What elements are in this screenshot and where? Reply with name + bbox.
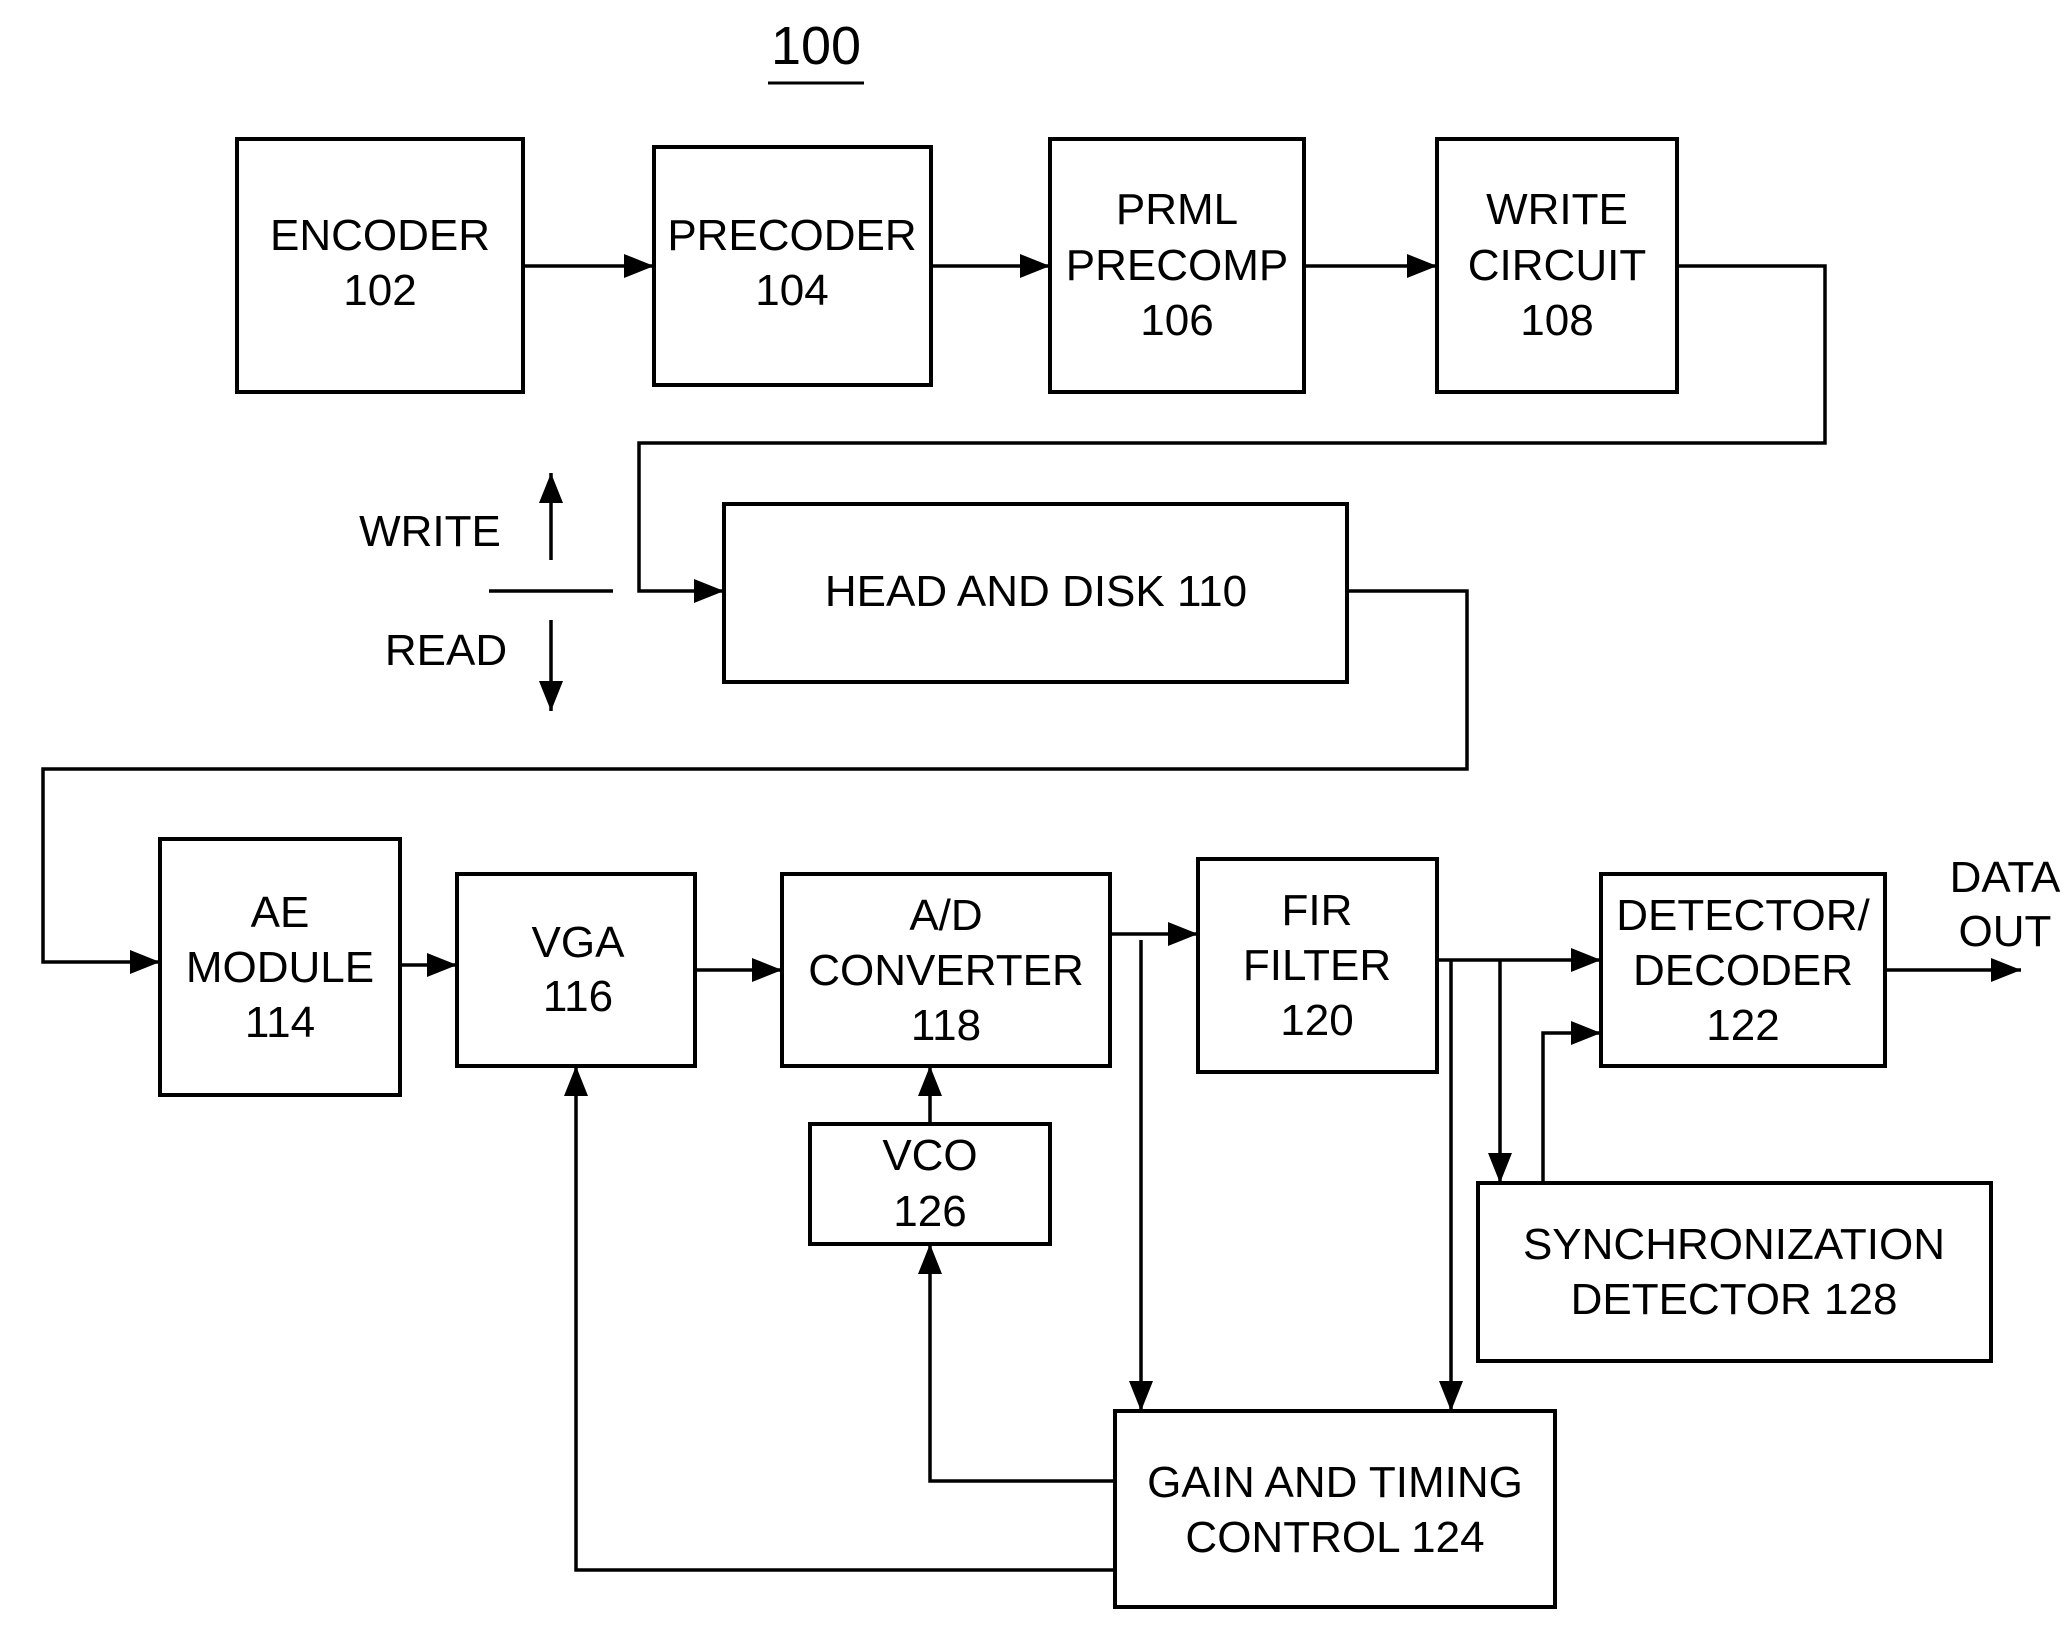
encoder-block: ENCODER 102	[235, 137, 525, 394]
circuit-label: CIRCUIT	[1468, 241, 1646, 290]
detector-decoder-block: DETECTOR/ DECODER 122	[1599, 872, 1887, 1068]
vga-label: VGA	[532, 918, 626, 967]
gain-timing-label: GAIN AND TIMING	[1147, 1458, 1523, 1507]
figure-reference-number: 100	[771, 16, 861, 76]
precoder-to-prml-arrowhead-icon	[1020, 254, 1050, 278]
write-label-line: WRITE	[1486, 185, 1628, 234]
vco-to-ad-arrowhead-icon	[918, 1066, 942, 1096]
read-direction-label: READ	[385, 626, 507, 675]
fir-tap-to-gain-timing-arrowhead-icon	[1439, 1381, 1463, 1411]
precomp-label: PRECOMP	[1066, 241, 1288, 290]
ad-to-fir-arrowhead-icon	[1168, 922, 1198, 946]
ae-module-block: AE MODULE 114	[158, 837, 402, 1097]
write-circuit-number: 108	[1520, 296, 1593, 345]
write-direction-label: WRITE	[359, 507, 501, 556]
sync-to-detector	[1541, 1031, 1601, 1183]
encoder-label: ENCODER	[270, 211, 490, 260]
fir-filter-number: 120	[1280, 996, 1353, 1045]
write-circuit-to-head-arrowhead-icon	[694, 579, 724, 603]
vga-block: VGA 116	[455, 872, 697, 1068]
prml-label: PRML	[1116, 185, 1238, 234]
vga-number: 116	[543, 972, 613, 1021]
vga-to-ad-arrowhead-icon	[752, 958, 782, 982]
gain-timing-block: GAIN AND TIMING CONTROL 124	[1113, 1409, 1557, 1609]
vco-block: VCO 126	[808, 1122, 1052, 1246]
write-circuit-block: WRITE CIRCUIT 108	[1435, 137, 1679, 394]
precoder-label: PRECODER	[667, 211, 916, 260]
detector-to-data-out-arrowhead-icon	[1991, 958, 2021, 982]
head-and-disk-block: HEAD AND DISK 110	[722, 502, 1349, 684]
ae-module-number: 114	[245, 998, 315, 1047]
ad-converter-number: 118	[911, 1001, 981, 1050]
fir-tap-to-sync-detector-arrowhead-icon	[1488, 1153, 1512, 1183]
block-diagram: 100 ENCODER 102 PRECODER 104 PRML PRECOM…	[41, 16, 2061, 1609]
vco-number: 126	[893, 1187, 966, 1236]
ae-to-vga-arrowhead-icon	[427, 953, 457, 977]
prml-precomp-block: PRML PRECOMP 106	[1048, 137, 1306, 394]
gain-timing-to-vco-arrowhead-icon	[918, 1244, 942, 1274]
encoder-number: 102	[343, 266, 416, 315]
fir-label: FIR	[1282, 886, 1353, 935]
decoder-label: DECODER	[1633, 946, 1853, 995]
read-down-arrow-arrowhead-icon	[539, 681, 563, 711]
sync-to-detector-arrowhead-icon	[1571, 1021, 1601, 1045]
vco-label: VCO	[882, 1131, 977, 1180]
write-up-arrow-arrowhead-icon	[539, 473, 563, 503]
data-out-label-line1: DATA	[1950, 853, 2061, 902]
gain-timing-to-vga-arrowhead-icon	[564, 1066, 588, 1096]
detector-decoder-number: 122	[1706, 1001, 1779, 1050]
detector-label: DETECTOR/	[1616, 891, 1870, 940]
data-out-label-line2: OUT	[1959, 907, 2052, 956]
precoder-block: PRECODER 104	[652, 145, 933, 387]
gain-timing-number: CONTROL 124	[1185, 1513, 1484, 1562]
sync-detector-block: SYNCHRONIZATION DETECTOR 128	[1476, 1181, 1993, 1363]
converter-label: CONVERTER	[808, 946, 1083, 995]
ad-tap-to-gain-timing-arrowhead-icon	[1129, 1381, 1153, 1411]
filter-label: FILTER	[1243, 941, 1391, 990]
fir-filter-block: FIR FILTER 120	[1196, 857, 1439, 1074]
write-read-indicator: WRITE READ	[359, 507, 613, 675]
prml-precomp-number: 106	[1140, 296, 1213, 345]
head-and-disk-label: HEAD AND DISK 110	[825, 567, 1247, 616]
synchronization-label: SYNCHRONIZATION	[1523, 1220, 1945, 1269]
precoder-number: 104	[755, 266, 828, 315]
head-to-ae-module-arrowhead-icon	[130, 950, 160, 974]
sync-detector-number: DETECTOR 128	[1571, 1275, 1898, 1324]
fir-to-detector-arrowhead-icon	[1571, 948, 1601, 972]
prml-to-write-circuit-arrowhead-icon	[1407, 254, 1437, 278]
encoder-to-precoder-arrowhead-icon	[624, 254, 654, 278]
gain-timing-to-vco	[928, 1244, 1115, 1483]
ad-converter-block: A/D CONVERTER 118	[780, 872, 1112, 1068]
module-label: MODULE	[186, 943, 374, 992]
ae-label: AE	[251, 888, 310, 937]
ad-label: A/D	[909, 891, 982, 940]
